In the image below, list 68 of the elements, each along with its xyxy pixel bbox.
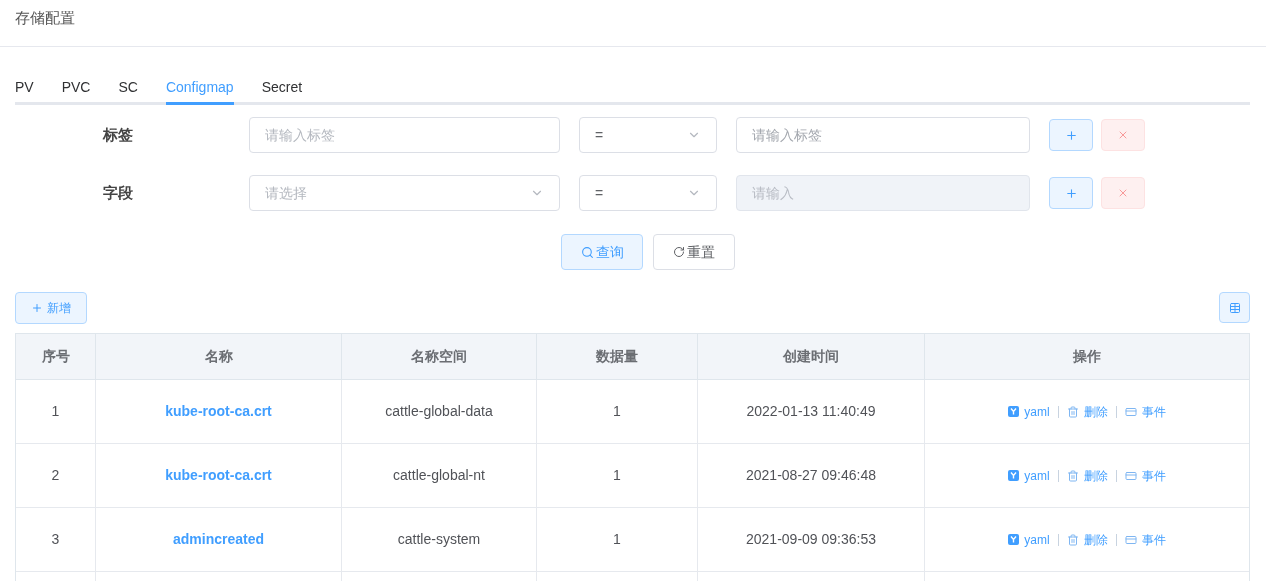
yaml-file-icon <box>1008 534 1020 545</box>
table-cell-text: 1 <box>613 402 621 421</box>
close-icon <box>1117 187 1129 199</box>
plus-icon <box>1064 186 1078 200</box>
tab[interactable]: Configmap <box>165 72 234 105</box>
name-link[interactable]: kube-root-ca.crt <box>165 465 272 486</box>
operator-select[interactable]: = <box>579 175 717 211</box>
filter-label: 字段 <box>102 182 134 203</box>
table-cell-text: 2 <box>51 466 60 485</box>
reset-button[interactable]: 重置 <box>653 234 735 270</box>
name-link[interactable]: admincreated <box>172 529 264 550</box>
trash-icon <box>1066 533 1079 546</box>
refresh-icon <box>673 246 685 258</box>
events-link[interactable]: 事件 <box>1124 530 1166 549</box>
table-cell-text: 2021-09-09 09:36:53 <box>746 530 876 549</box>
table-cell-text: 1 <box>613 530 621 549</box>
page-title: 存储配置 <box>15 9 75 26</box>
trash-icon <box>1066 405 1079 418</box>
events-link[interactable]: 事件 <box>1124 402 1166 421</box>
plus-icon <box>1064 128 1078 142</box>
tab[interactable]: SC <box>118 72 138 105</box>
yaml-link[interactable]: yaml <box>1008 466 1050 485</box>
events-link[interactable]: 事件 <box>1124 466 1166 485</box>
add-condition-button[interactable] <box>1049 177 1093 209</box>
table-cell-text: 2022-01-13 11:40:49 <box>746 402 876 421</box>
table-cell-text: 2021-08-27 09:46:48 <box>746 466 876 485</box>
table-cell-text: 1 <box>613 466 621 485</box>
yaml-link[interactable]: yaml <box>1008 530 1050 549</box>
yaml-file-icon <box>1008 406 1020 417</box>
query-button[interactable]: 查询 <box>561 234 643 270</box>
add-condition-button[interactable] <box>1049 119 1093 151</box>
column-header: 操作 <box>1072 347 1102 366</box>
table-cell-text: 3 <box>51 530 60 549</box>
search-icon <box>580 245 594 259</box>
remove-condition-button[interactable] <box>1101 177 1145 209</box>
column-header: 序号 <box>16 334 96 379</box>
event-card-icon <box>1124 469 1137 482</box>
tab[interactable]: PV <box>15 72 34 105</box>
table-cell-text: cattle-global-nt <box>393 466 485 485</box>
close-icon <box>1117 129 1129 141</box>
column-header: 名称 <box>96 334 342 379</box>
select-field[interactable]: 请选择 <box>249 175 560 211</box>
add-button[interactable]: 新增 <box>15 292 87 324</box>
name-link[interactable]: kube-root-ca.crt <box>165 401 272 422</box>
trash-icon <box>1066 469 1079 482</box>
event-card-icon <box>1124 533 1137 546</box>
column-header: 数据量 <box>537 334 698 379</box>
column-header: 创建时间 <box>698 334 925 379</box>
table-cell-text: cattle-system <box>397 530 481 549</box>
input-field[interactable]: 请输入标签 <box>736 117 1030 153</box>
delete-link[interactable]: 删除 <box>1066 402 1108 421</box>
table-cell-text: 1 <box>51 402 60 421</box>
input-field[interactable]: 请输入标签 <box>249 117 560 153</box>
column-header: 名称空间 <box>342 334 537 379</box>
delete-link[interactable]: 删除 <box>1066 530 1108 549</box>
event-card-icon <box>1124 405 1137 418</box>
delete-link[interactable]: 删除 <box>1066 466 1108 485</box>
yaml-link[interactable]: yaml <box>1008 402 1050 421</box>
plus-icon <box>31 302 43 314</box>
operator-select[interactable]: = <box>579 117 717 153</box>
tab[interactable]: Secret <box>261 72 303 105</box>
table-cell-text: cattle-global-data <box>385 402 493 421</box>
table-icon <box>1228 301 1241 314</box>
tab[interactable]: PVC <box>61 72 91 105</box>
column-settings-button[interactable] <box>1219 292 1250 323</box>
filter-label: 标签 <box>101 124 134 145</box>
remove-condition-button[interactable] <box>1101 119 1145 151</box>
yaml-file-icon <box>1008 470 1020 481</box>
